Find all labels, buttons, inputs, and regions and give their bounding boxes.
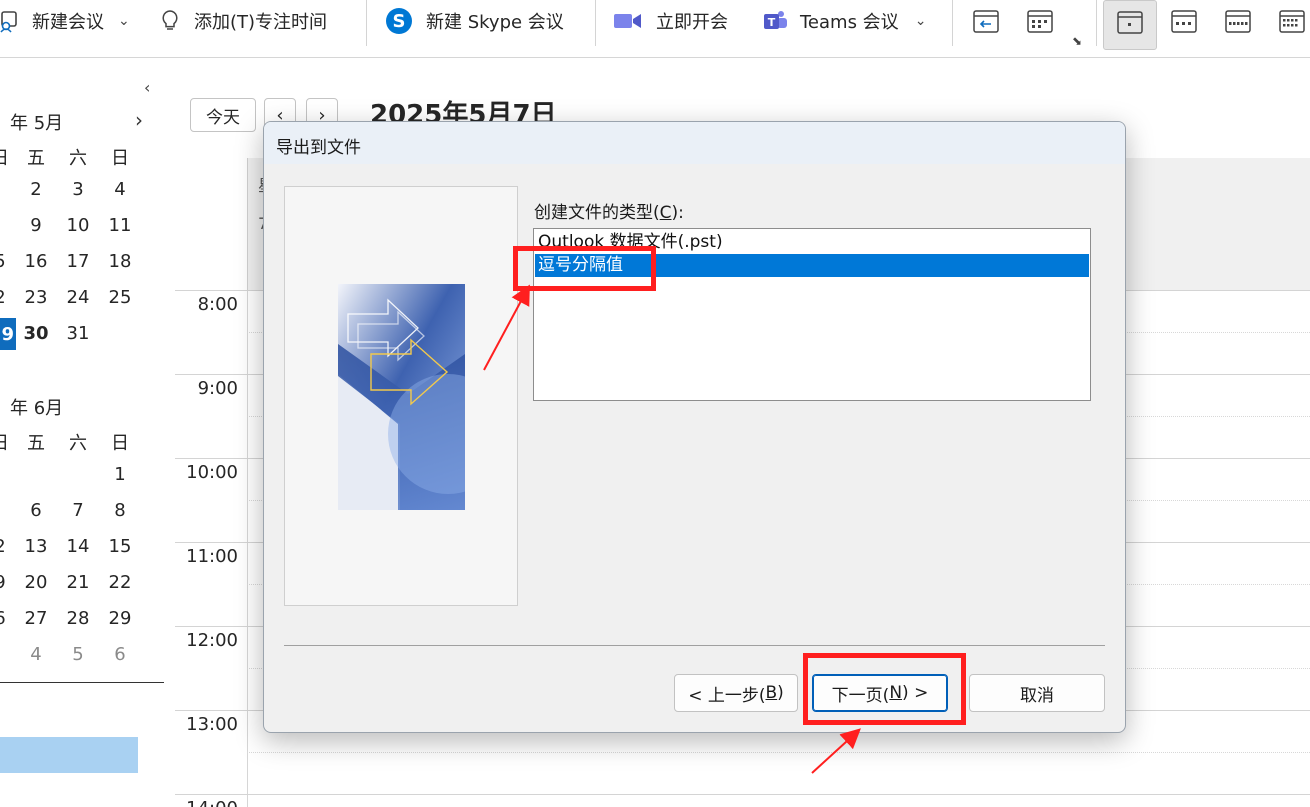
- arrow-to-csv: [483, 284, 530, 371]
- arrow-to-next: [811, 728, 861, 774]
- annotation-arrows: [483, 284, 861, 774]
